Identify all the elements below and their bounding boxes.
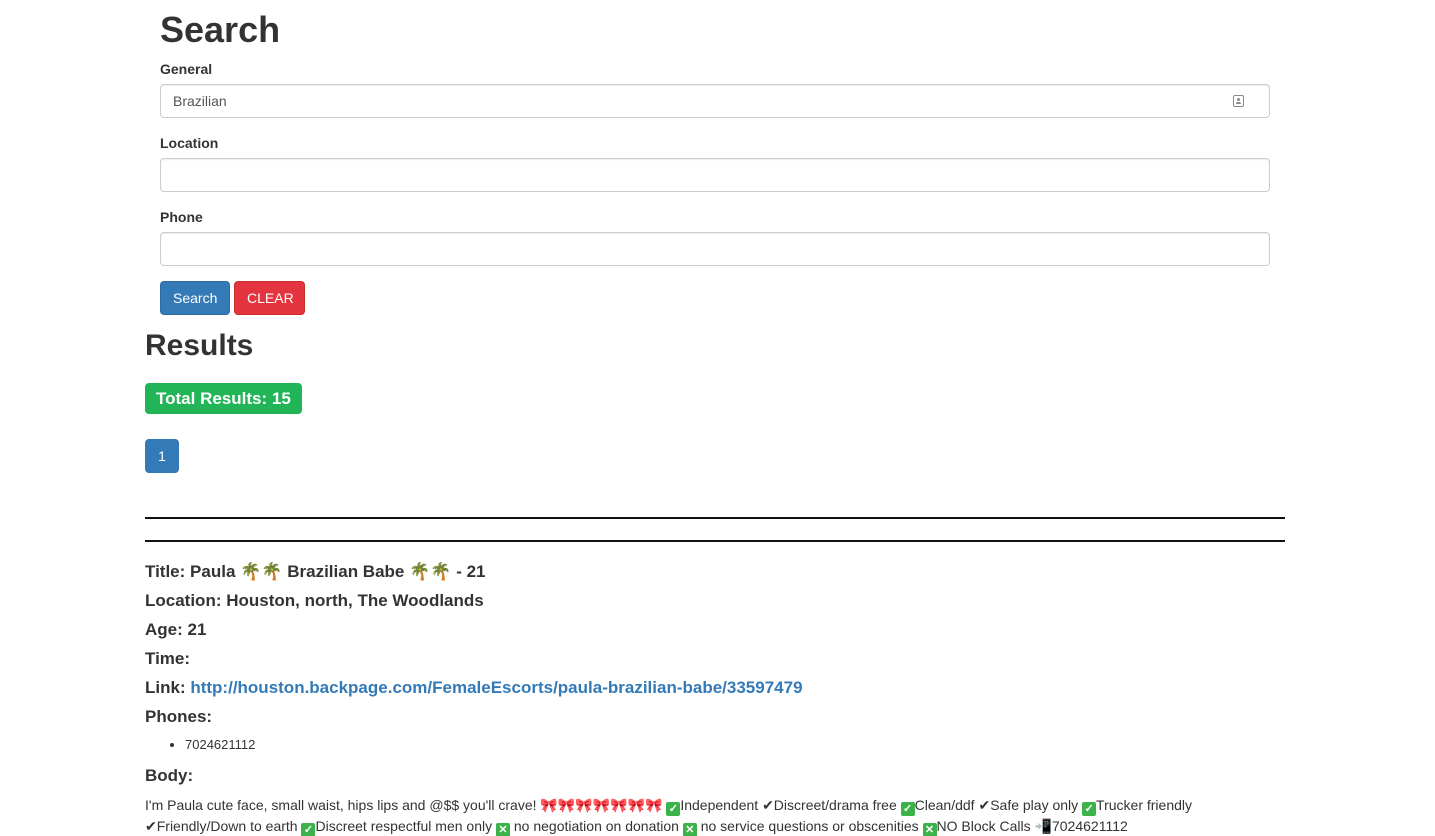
general-input[interactable] xyxy=(160,84,1270,118)
body-text: NO Block Calls xyxy=(936,818,1031,834)
phones-list: 7024621112 xyxy=(165,736,255,754)
body-text: no negotiation on donation xyxy=(513,818,679,834)
check-box-icon: ✓ xyxy=(1082,802,1097,816)
palm-tree-icon: 🌴🌴 xyxy=(240,562,283,581)
contact-card-icon[interactable] xyxy=(1233,95,1244,107)
results-heading: Results xyxy=(145,329,254,362)
body-text: Clean/ddf xyxy=(914,797,975,813)
check-box-icon: ✓ xyxy=(900,802,915,816)
cross-box-icon: ✕ xyxy=(682,823,697,836)
body-text: ✔Safe play only xyxy=(978,797,1079,813)
link-label: Link: xyxy=(145,678,186,697)
divider xyxy=(145,540,1285,542)
age-label: Age: xyxy=(145,620,183,639)
body-text: no service questions or obscenities xyxy=(700,818,919,834)
time-label: Time: xyxy=(145,649,191,668)
listing-title: Title: Paula 🌴🌴 Brazilian Babe 🌴🌴 - 21 xyxy=(145,561,485,583)
palm-tree-icon: 🌴🌴 xyxy=(409,562,452,581)
title-value-b: Brazilian Babe xyxy=(287,562,405,581)
location-label: Location xyxy=(160,135,219,151)
search-heading: Search xyxy=(160,9,281,50)
location-input[interactable] xyxy=(160,158,1270,192)
location-field-label: Location: xyxy=(145,591,222,610)
check-box-icon: ✓ xyxy=(301,823,316,836)
general-label: General xyxy=(160,61,213,77)
body-text: Discreet respectful men only xyxy=(315,818,493,834)
listing-age: Age: 21 xyxy=(145,619,206,641)
pagination-page-1[interactable]: 1 xyxy=(145,439,179,473)
search-button[interactable]: Search xyxy=(160,281,230,315)
title-value-c: - 21 xyxy=(456,562,486,581)
listing-location: Location: Houston, north, The Woodlands xyxy=(145,590,484,612)
body-text: Independent xyxy=(680,797,759,813)
listing-url-link[interactable]: http://houston.backpage.com/FemaleEscort… xyxy=(190,678,802,697)
listing-phones-label: Phones: xyxy=(145,707,213,726)
divider xyxy=(145,517,1285,519)
phone-input[interactable] xyxy=(160,232,1270,266)
clear-button[interactable]: CLEAR xyxy=(234,281,305,315)
phone-label: Phone xyxy=(160,209,203,225)
title-value-a: Paula xyxy=(190,562,236,581)
listing-body-label: Body: xyxy=(145,766,194,785)
body-text: 📲7024621112 xyxy=(1034,818,1128,834)
listing-link: Link: http://houston.backpage.com/Female… xyxy=(145,677,803,699)
body-text: I'm Paula cute face, small waist, hips l… xyxy=(145,797,537,813)
cross-box-icon: ✕ xyxy=(922,823,937,836)
body-text: Trucker friendly xyxy=(1096,797,1192,813)
listing-body: I'm Paula cute face, small waist, hips l… xyxy=(145,795,1240,836)
location-field-value: Houston, north, The Woodlands xyxy=(226,591,484,610)
age-value: 21 xyxy=(187,620,207,639)
body-text: ✔Friendly/Down to earth xyxy=(145,818,298,834)
ribbon-icon: 🎀🎀🎀🎀🎀🎀🎀 xyxy=(540,797,663,813)
title-label: Title: xyxy=(145,562,186,581)
list-item: 7024621112 xyxy=(185,736,255,754)
body-text: ✔Discreet/drama free xyxy=(762,797,897,813)
check-box-icon: ✓ xyxy=(666,802,681,816)
total-results-badge: Total Results: 15 xyxy=(145,383,302,414)
page: Search General Location Phone Search CLE… xyxy=(0,0,1435,836)
cross-box-icon: ✕ xyxy=(496,823,510,836)
listing-time: Time: xyxy=(145,648,190,670)
